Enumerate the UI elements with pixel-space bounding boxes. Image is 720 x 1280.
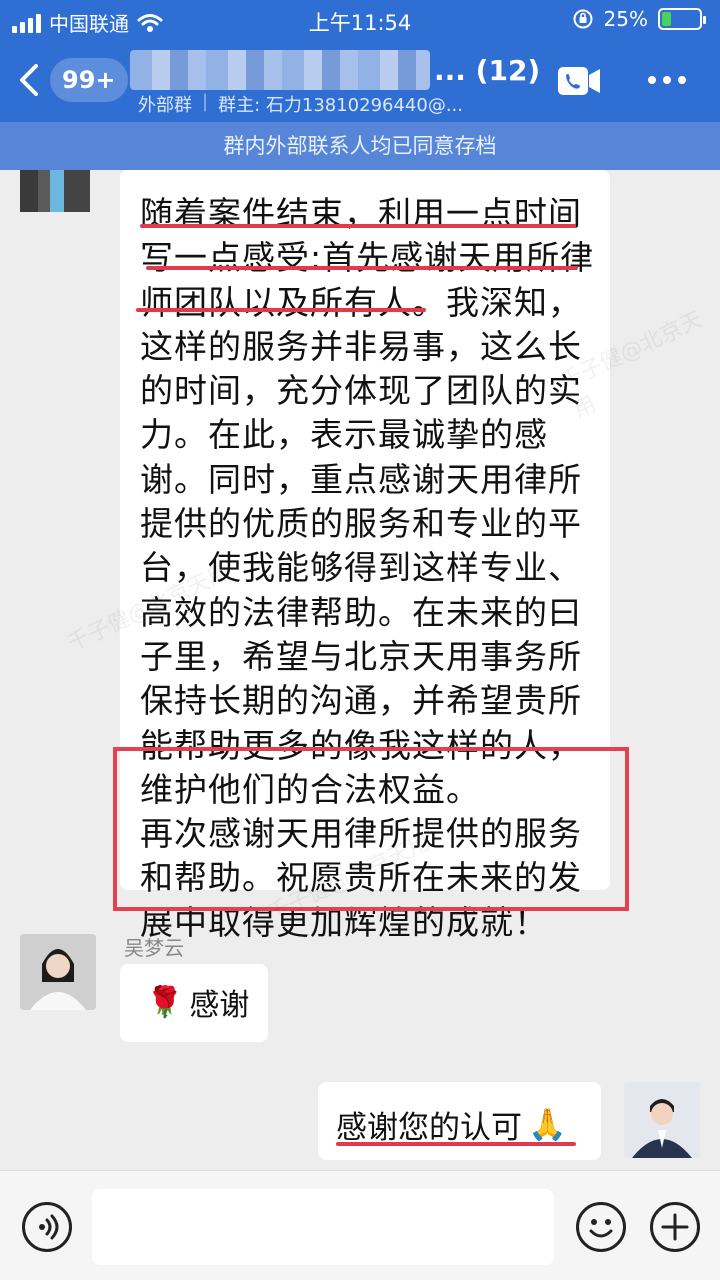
battery-fill	[662, 12, 671, 26]
message-line: 谢。同时，重点感谢天用律所	[140, 459, 582, 499]
message-line: 师团队以及所有人。我深知，	[140, 282, 582, 322]
message-line: 这样的服务并非易事，这么长	[140, 326, 582, 366]
avatar[interactable]	[20, 934, 96, 1010]
highlight-underline	[146, 266, 578, 270]
chevron-left-icon[interactable]	[14, 60, 46, 100]
message-list[interactable]: 随着案件结束，利用一点时间 写一点感受:首先感谢天用所律 师团队以及所有人。我深知，…	[0, 170, 720, 1170]
highlight-box	[113, 747, 629, 911]
message-line: 提供的优质的服务和专业的平	[140, 504, 582, 544]
avatar[interactable]	[624, 1082, 700, 1158]
archive-notice: 群内外部联系人均已同意存档	[0, 122, 720, 170]
sender-avatar-blurred	[20, 170, 90, 212]
message-text: 🌹 感谢	[146, 980, 249, 1024]
praying-hands-icon: 🙏	[528, 1107, 567, 1143]
chat-subtitle: 外部群 | 群主: 石力13810296440@...	[138, 91, 463, 117]
voice-icon[interactable]	[22, 1202, 72, 1252]
reply-text: 感谢	[189, 988, 250, 1023]
message-line: 力。在此，表示最诚挚的感	[140, 415, 548, 455]
battery-icon	[658, 8, 706, 30]
chat-header: 中国联通 上午11:54 25% 99+ ... (12) 外部群 | 群主: …	[0, 0, 720, 170]
message-line: 高效的法律帮助。在未来的曰	[140, 592, 582, 632]
message-line: 写一点感受:首先感谢天用所律	[140, 238, 595, 278]
message-text: 感谢您的认可 🙏	[336, 1102, 567, 1147]
message-line: 子里，希望与北京天用事务所	[140, 636, 582, 676]
plus-icon[interactable]	[650, 1202, 700, 1252]
chat-title[interactable]: ... (12)	[130, 50, 540, 90]
subtitle-divider: |	[202, 91, 209, 112]
status-bar: 中国联通 上午11:54 25%	[0, 0, 720, 40]
rotation-lock-icon	[573, 9, 593, 29]
sender-name: 吴梦云	[124, 936, 184, 960]
battery-percent: 25%	[603, 7, 648, 31]
unread-badge[interactable]: 99+	[50, 58, 128, 102]
emoji-icon[interactable]	[576, 1202, 626, 1252]
video-call-icon[interactable]	[556, 64, 602, 98]
highlight-underline	[336, 1142, 576, 1146]
message-line: 的时间，充分体现了团队的实	[140, 371, 582, 411]
group-owner-label: 群主: 石力13810296440@...	[218, 95, 464, 116]
message-line: 随着案件结束，利用一点时间	[140, 194, 582, 233]
rose-icon: 🌹	[146, 984, 184, 1020]
more-dots-icon[interactable]	[648, 76, 686, 84]
message-input[interactable]	[92, 1189, 554, 1265]
highlight-underline	[136, 308, 426, 312]
reply-text: 感谢您的认可	[336, 1110, 522, 1146]
message-line: 台，使我能够得到这样专业、	[140, 548, 582, 588]
input-bar	[0, 1170, 720, 1280]
blurred-group-name	[130, 50, 430, 90]
message-line: 保持长期的沟通，并希望贵所	[140, 681, 582, 721]
highlight-underline	[140, 224, 576, 228]
group-type-label: 外部群	[138, 95, 192, 116]
title-member-count: ... (12)	[434, 53, 541, 87]
